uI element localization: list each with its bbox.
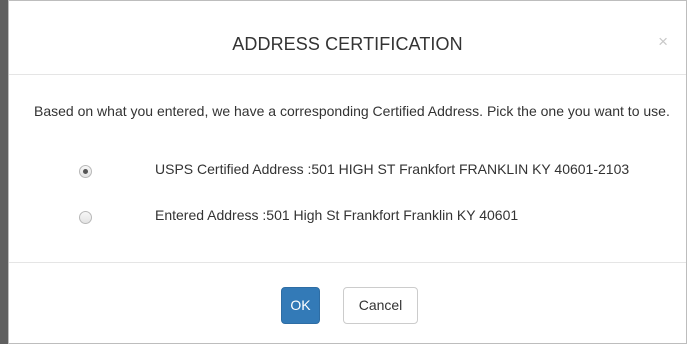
dialog-header: ADDRESS CERTIFICATION ×	[9, 1, 686, 75]
dialog-footer: OK Cancel	[9, 263, 686, 343]
dialog-body: Based on what you entered, we have a cor…	[9, 75, 686, 263]
entered-address-radio[interactable]	[79, 211, 92, 224]
cancel-button[interactable]: Cancel	[343, 287, 418, 324]
ok-button[interactable]: OK	[281, 287, 320, 324]
dialog-prompt: Based on what you entered, we have a cor…	[34, 103, 670, 119]
certified-address-label[interactable]: USPS Certified Address :501 HIGH ST Fran…	[155, 159, 635, 180]
address-certification-dialog: ADDRESS CERTIFICATION × Based on what yo…	[8, 0, 687, 344]
entered-address-label[interactable]: Entered Address :501 High St Frankfort F…	[155, 205, 635, 226]
dialog-title: ADDRESS CERTIFICATION	[232, 34, 463, 54]
close-icon[interactable]: ×	[658, 33, 668, 50]
certified-address-radio[interactable]	[79, 165, 92, 178]
